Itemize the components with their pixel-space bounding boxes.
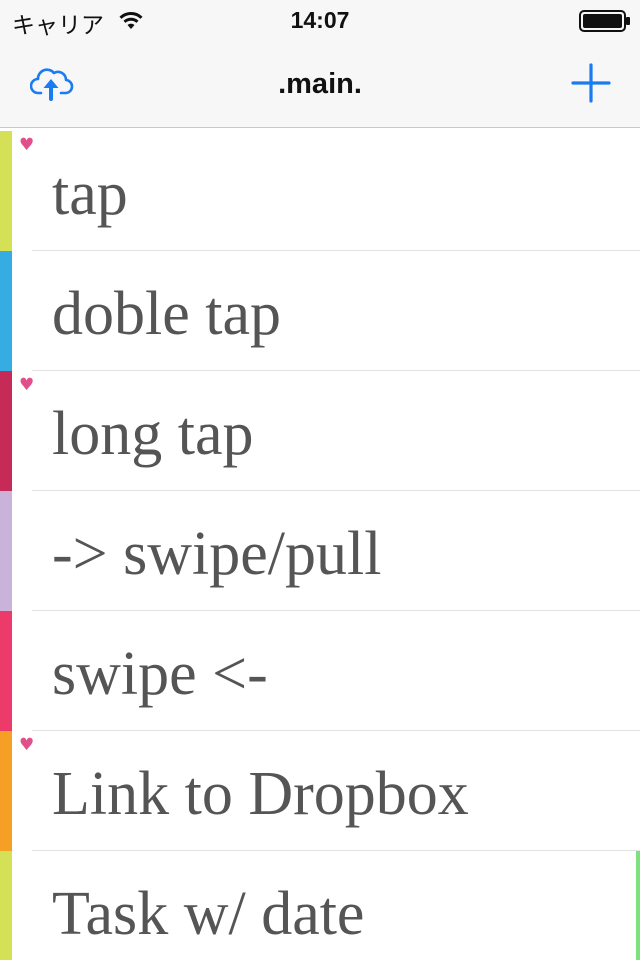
status-bar: キャリア 14:07 (0, 0, 640, 40)
task-label: swipe <- (52, 640, 268, 708)
navigation-bar: .main. (0, 40, 640, 128)
task-row[interactable]: -> swipe/pull (0, 491, 640, 611)
task-label: long tap (52, 400, 254, 468)
task-row[interactable]: ♥ tap (0, 131, 640, 251)
task-color-bar (0, 611, 12, 731)
heart-icon: ♥ (19, 135, 35, 155)
heart-icon: ♥ (19, 375, 35, 395)
task-label: -> swipe/pull (52, 520, 382, 588)
battery-full-icon (579, 10, 630, 32)
task-row[interactable]: Task w/ date (0, 851, 640, 960)
plus-icon[interactable] (570, 62, 612, 104)
task-color-bar (0, 131, 12, 251)
task-color-bar (0, 491, 12, 611)
task-row[interactable]: swipe <- (0, 611, 640, 731)
task-color-bar (0, 851, 12, 960)
page-title: .main. (278, 68, 362, 100)
task-row[interactable]: ♥ Link to Dropbox (0, 731, 640, 851)
task-color-bar (0, 251, 12, 371)
task-label: Link to Dropbox (52, 760, 469, 828)
task-label: doble tap (52, 280, 281, 348)
task-color-bar (0, 731, 12, 851)
task-list: ♥ tap doble tap ♥ long tap -> swipe/pull… (0, 131, 640, 960)
task-row[interactable]: doble tap (0, 251, 640, 371)
status-time: 14:07 (290, 7, 350, 33)
task-row[interactable]: ♥ long tap (0, 371, 640, 491)
task-label: tap (52, 160, 128, 228)
task-color-bar (0, 371, 12, 491)
task-label: Task w/ date (52, 880, 365, 948)
date-indicator (636, 851, 640, 960)
heart-icon: ♥ (19, 735, 35, 755)
